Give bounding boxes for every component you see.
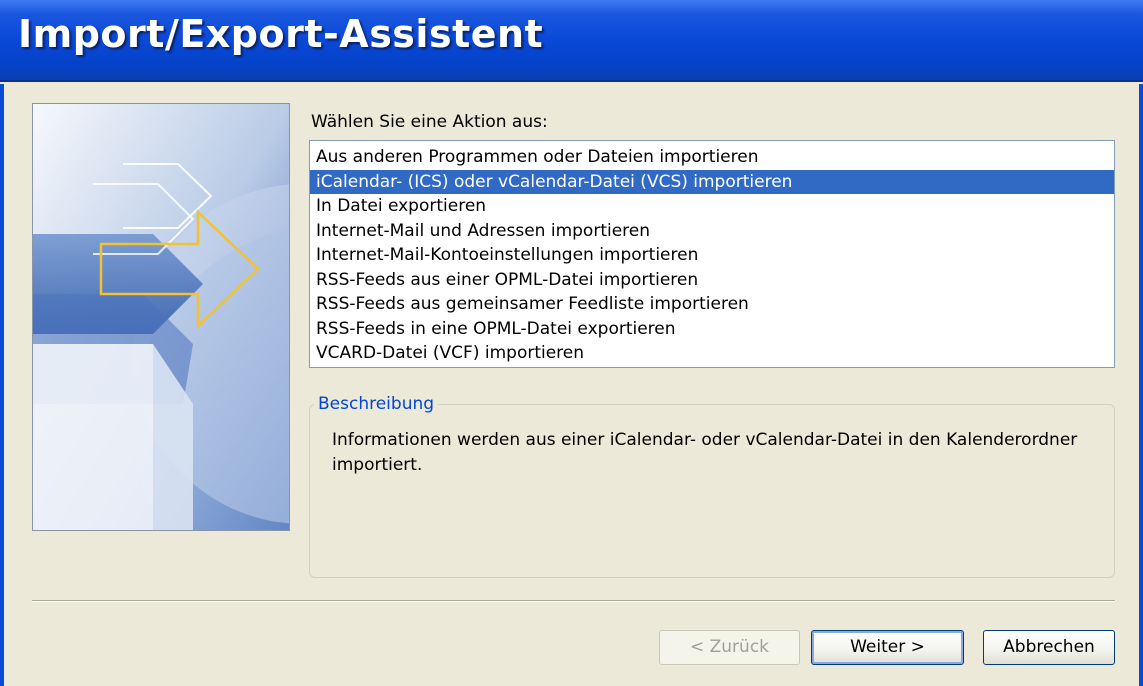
- arrows-graphic-icon: [33, 104, 289, 530]
- next-button[interactable]: Weiter >: [811, 630, 964, 665]
- title-bar: Import/Export-Assistent: [0, 0, 1143, 82]
- action-prompt-label: Wählen Sie eine Aktion aus:: [311, 112, 548, 132]
- action-list-item[interactable]: In Datei exportieren: [310, 194, 1114, 219]
- description-legend: Beschreibung: [314, 394, 439, 414]
- action-list-item[interactable]: Internet-Mail und Adressen importieren: [310, 219, 1114, 244]
- action-list-item[interactable]: Aus anderen Programmen oder Dateien impo…: [310, 145, 1114, 170]
- action-list-item[interactable]: RSS-Feeds aus einer OPML-Datei importier…: [310, 268, 1114, 293]
- import-export-wizard-window: Import/Export-Assistent Wählen Sie eine …: [0, 0, 1143, 686]
- wizard-arrows-graphic: [32, 103, 290, 531]
- action-list-item[interactable]: VCARD-Datei (VCF) importieren: [310, 341, 1114, 366]
- action-list-item[interactable]: iCalendar- (ICS) oder vCalendar-Datei (V…: [310, 169, 1114, 194]
- action-list-item[interactable]: RSS-Feeds in eine OPML-Datei exportieren: [310, 317, 1114, 342]
- back-button[interactable]: < Zurück: [659, 630, 800, 665]
- action-list-item[interactable]: Internet-Mail-Kontoeinstellungen importi…: [310, 243, 1114, 268]
- footer-separator: [32, 600, 1115, 602]
- description-text: Informationen werden aus einer iCalendar…: [332, 430, 1078, 475]
- action-list-item[interactable]: RSS-Feeds aus gemeinsamer Feedliste impo…: [310, 292, 1114, 317]
- cancel-button[interactable]: Abbrechen: [983, 630, 1115, 665]
- action-listbox[interactable]: Aus anderen Programmen oder Dateien impo…: [309, 140, 1115, 368]
- window-title: Import/Export-Assistent: [18, 12, 544, 56]
